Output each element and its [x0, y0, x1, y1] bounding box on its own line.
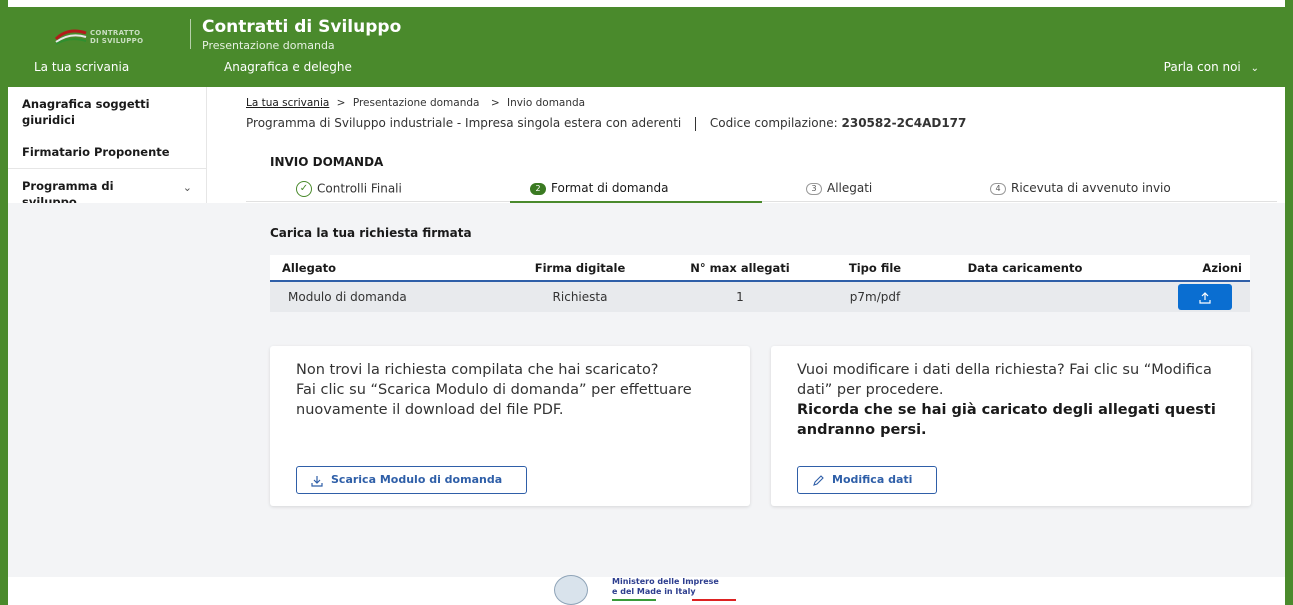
- cell-allegato: Modulo di domanda: [270, 281, 500, 312]
- stepper: ✓ Controlli Finali 2 Format di domanda 3 Al…: [246, 178, 1277, 203]
- sidebar: Anagrafica soggetti giuridici Firmatario…: [8, 87, 207, 203]
- scarica-modulo-label: Scarica Modulo di domanda: [331, 473, 503, 486]
- modify-info-text: Vuoi modificare i dati della richiesta? …: [797, 360, 1231, 440]
- breadcrumb-current: Invio domanda: [506, 97, 586, 109]
- right-edge: [1285, 0, 1293, 605]
- sidebar-item-programma-label: Programma di sviluppo: [22, 179, 114, 203]
- logo-swoosh-icon: [54, 29, 87, 45]
- check-icon: ✓: [296, 181, 312, 197]
- code-label: Codice compilazione:: [709, 116, 838, 130]
- parla-con-noi-menu[interactable]: Parla con noi ⌄: [1164, 60, 1259, 74]
- step-label: Controlli Finali: [317, 181, 402, 196]
- column-header: Data caricamento: [930, 255, 1120, 282]
- top-header: CONTRATTO DI SVILUPPO Contratti di Svilu…: [8, 7, 1285, 87]
- sidebar-item-anagrafica[interactable]: Anagrafica soggetti giuridici: [22, 96, 192, 128]
- logo-text-line2: DI SVILUPPO: [90, 37, 144, 45]
- column-header: Allegato: [270, 255, 500, 282]
- column-header: N° max allegati: [660, 255, 820, 282]
- breadcrumb-home-link[interactable]: La tua scrivania: [246, 97, 329, 109]
- upload-heading: Carica la tua richiesta firmata: [270, 226, 472, 240]
- step-label: Ricevuta di avvenuto invio: [1011, 181, 1171, 195]
- nav-la-tua-scrivania[interactable]: La tua scrivania: [34, 60, 129, 74]
- modify-info-box: Vuoi modificare i dati della richiesta? …: [771, 346, 1251, 506]
- column-header: Azioni: [1120, 255, 1250, 282]
- step-number: 4: [990, 182, 1006, 195]
- column-header: Firma digitale: [500, 255, 660, 282]
- attachments-table: Allegato Firma digitale N° max allegati …: [270, 255, 1250, 312]
- upload-button[interactable]: [1178, 284, 1232, 310]
- footer-ministry-logo: Ministero delle Imprese e del Made in It…: [550, 570, 750, 605]
- step-allegati[interactable]: 3 Allegati: [806, 181, 872, 195]
- chevron-down-icon[interactable]: ⌄: [183, 181, 192, 194]
- contratto-di-sviluppo-logo[interactable]: CONTRATTO DI SVILUPPO: [54, 23, 160, 47]
- step-label: Allegati: [827, 181, 873, 195]
- nav-anagrafica-deleghe[interactable]: Anagrafica e deleghe: [224, 60, 352, 74]
- left-edge: [0, 0, 8, 605]
- breadcrumb: La tua scrivania > Presentazione domanda…: [246, 97, 585, 109]
- breadcrumb-page: Presentazione domanda: [352, 97, 480, 109]
- breadcrumb-separator: >: [336, 97, 346, 109]
- modifica-dati-button[interactable]: Modifica dati: [797, 466, 938, 494]
- card-title: INVIO DOMANDA: [270, 155, 384, 169]
- download-info-text: Non trovi la richiesta compilata che hai…: [296, 360, 730, 420]
- flag-red-bar: [692, 599, 736, 601]
- italian-emblem-icon: [554, 575, 588, 605]
- ministry-line1: Ministero delle Imprese: [612, 577, 719, 586]
- ministry-name: Ministero delle Imprese e del Made in It…: [612, 577, 719, 597]
- app-title: Contratti di Sviluppo: [202, 17, 402, 37]
- step-content: Carica la tua richiesta firmata Allegato…: [246, 203, 1277, 528]
- cell-data: [930, 281, 1120, 312]
- cell-tipo: p7m/pdf: [820, 281, 930, 312]
- download-icon: [311, 467, 323, 493]
- upload-icon: [1199, 291, 1211, 304]
- scarica-modulo-button[interactable]: Scarica Modulo di domanda: [296, 466, 528, 494]
- logo-text-line1: CONTRATTO: [90, 29, 141, 37]
- sidebar-item-programma[interactable]: Programma di sviluppo: [8, 169, 207, 203]
- step-label: Format di domanda: [551, 181, 669, 195]
- step-format-domanda[interactable]: 2 Format di domanda: [530, 181, 668, 195]
- invio-domanda-card: INVIO DOMANDA ✓ Controlli Finali 2 Format …: [246, 148, 1277, 528]
- column-header: Tipo file: [820, 255, 930, 282]
- cell-firma: Richiesta: [500, 281, 660, 312]
- modifica-dati-label: Modifica dati: [832, 473, 913, 486]
- table-row: Modulo di domanda Richiesta 1 p7m/pdf: [270, 281, 1250, 312]
- download-question: Non trovi la richiesta compilata che hai…: [296, 362, 659, 378]
- modify-warning: Ricorda che se hai già caricato degli al…: [797, 402, 1216, 438]
- step-number: 2: [530, 182, 546, 195]
- program-info: Programma di Sviluppo industriale - Impr…: [246, 116, 966, 131]
- flag-green-bar: [612, 599, 656, 601]
- step-ricevuta[interactable]: 4 Ricevuta di avvenuto invio: [990, 181, 1171, 195]
- modify-instruction: Vuoi modificare i dati della richiesta? …: [797, 362, 1212, 398]
- step-controlli-finali[interactable]: ✓ Controlli Finali: [296, 181, 402, 197]
- ministry-line2: e del Made in Italy: [612, 587, 696, 596]
- parla-con-noi-label: Parla con noi: [1163, 60, 1241, 74]
- app-subtitle: Presentazione domanda: [202, 39, 335, 52]
- chevron-down-icon: ⌄: [1250, 63, 1259, 74]
- download-info-box: Non trovi la richiesta compilata che hai…: [270, 346, 750, 506]
- compilation-code: 230582-2C4AD177: [841, 116, 967, 130]
- pencil-icon: [812, 467, 824, 493]
- step-number: 3: [806, 182, 822, 195]
- cell-azioni: [1120, 281, 1250, 312]
- cell-max: 1: [660, 281, 820, 312]
- program-divider: [695, 116, 697, 131]
- sidebar-item-firmatario[interactable]: Firmatario Proponente: [22, 144, 170, 160]
- table-header-row: Allegato Firma digitale N° max allegati …: [270, 255, 1250, 282]
- breadcrumb-separator: >: [490, 97, 500, 109]
- program-type: Programma di Sviluppo industriale - Impr…: [246, 116, 682, 130]
- download-instruction: Fai clic su “Scarica Modulo di domanda” …: [296, 382, 692, 418]
- header-divider: [190, 19, 191, 49]
